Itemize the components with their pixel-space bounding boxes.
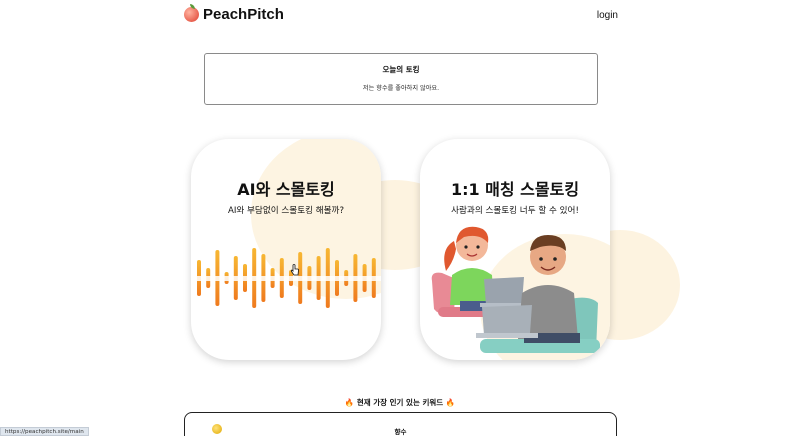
match-card-title: 1:1 매칭 스몰토킹 xyxy=(450,180,580,199)
sound-wave-graphic xyxy=(191,248,381,308)
pointer-hand-icon xyxy=(290,264,300,279)
keyword-item[interactable]: 향수 xyxy=(185,426,616,436)
ai-smalltalk-card[interactable]: AI와 스몰토킹 AI와 부담없이 스몰토킹 해볼까? xyxy=(191,139,381,360)
page: PeachPitch login 오늘의 토킹 저는 향수를 좋아하지 않아요.… xyxy=(0,0,800,436)
ai-card-title: AI와 스몰토킹 xyxy=(237,180,335,199)
match-card-subtitle: 사람과의 스몰토킹 너두 할 수 있어! xyxy=(451,206,579,216)
topic-title: 오늘의 토킹 xyxy=(382,65,420,74)
peach-icon xyxy=(184,4,199,22)
header: PeachPitch login xyxy=(0,0,800,34)
topic-text: 저는 향수를 좋아하지 않아요. xyxy=(362,85,440,92)
today-topic-card: 오늘의 토킹 저는 향수를 좋아하지 않아요. xyxy=(204,53,598,105)
status-bar-url: https://peachpitch.site/main xyxy=(0,427,89,436)
popular-keywords-box: 향수 xyxy=(184,412,617,436)
match-smalltalk-card[interactable]: 1:1 매칭 스몰토킹 사람과의 스몰토킹 너두 할 수 있어! xyxy=(420,139,610,360)
people-illustration xyxy=(431,226,600,353)
ai-card-subtitle: AI와 부담없이 스몰토킹 해볼까? xyxy=(227,206,345,216)
logo[interactable]: PeachPitch xyxy=(184,4,284,23)
logo-text: PeachPitch xyxy=(203,6,284,23)
login-link[interactable]: login xyxy=(597,10,618,21)
popular-keywords-title: 🔥 현재 가장 인기 있는 키워드 🔥 xyxy=(344,398,456,407)
